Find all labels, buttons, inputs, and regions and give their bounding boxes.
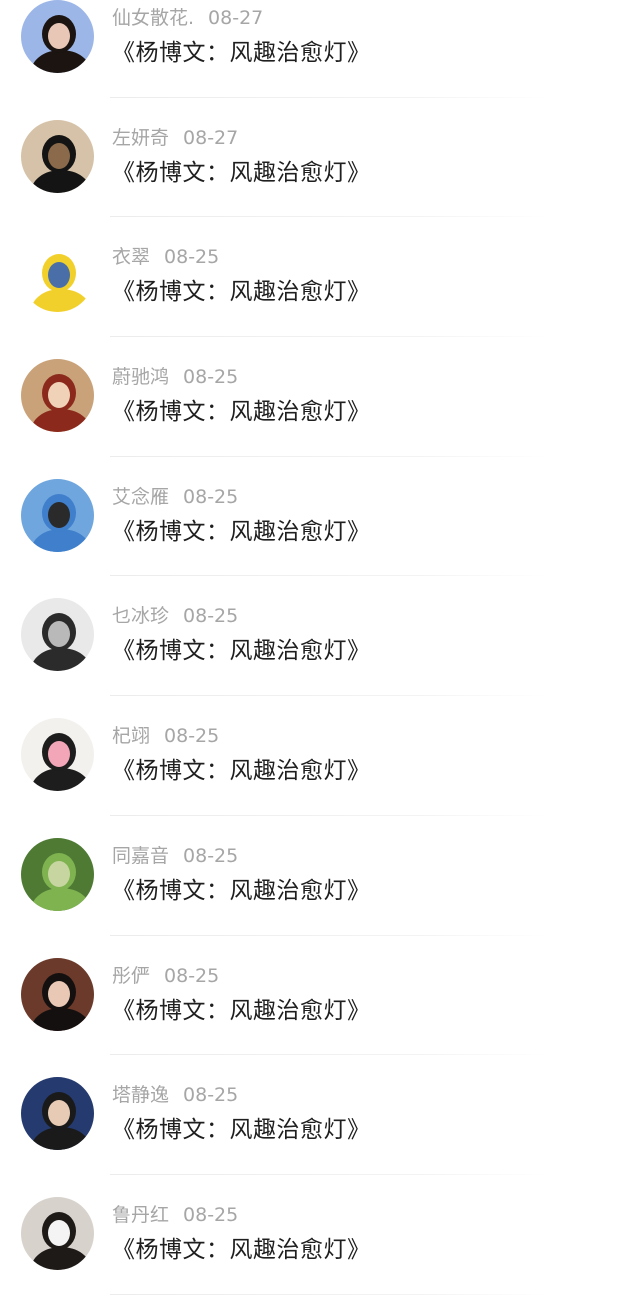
divider — [110, 1293, 550, 1295]
avatar[interactable] — [21, 598, 94, 672]
username[interactable]: 艾念雁 — [112, 486, 169, 508]
comment-item[interactable]: 彤俨 08-25 《杨博文：风趣治愈灯》 — [0, 936, 640, 1056]
avatar[interactable] — [21, 837, 94, 911]
avatar[interactable] — [21, 1077, 94, 1151]
comment-item[interactable]: 左妍奇 08-27 《杨博文：风趣治愈灯》 — [0, 98, 640, 218]
comment-item[interactable]: 杞翊 08-25 《杨博文：风趣治愈灯》 — [0, 696, 640, 816]
comment-meta: 同嘉音 08-25 — [112, 844, 238, 868]
comment-item[interactable]: 仙女散花. 08-27 《杨博文：风趣治愈灯》 — [0, 0, 640, 98]
comment-date: 08-25 — [183, 485, 239, 508]
username[interactable]: 彤俨 — [112, 965, 150, 987]
comment-date: 08-27 — [208, 7, 264, 29]
comment-item[interactable]: 蔚驰鸿 08-25 《杨博文：风趣治愈灯》 — [0, 337, 640, 457]
avatar[interactable] — [21, 478, 94, 552]
comment-item[interactable]: 乜冰珍 08-25 《杨博文：风趣治愈灯》 — [0, 576, 640, 697]
comment-text: 《杨博文：风趣治愈灯》 — [112, 518, 371, 545]
comment-text: 《杨博文：风趣治愈灯》 — [112, 1236, 371, 1263]
comment-meta: 乜冰珍 08-25 — [112, 604, 238, 628]
comment-item[interactable]: 塔静逸 08-25 《杨博文：风趣治愈灯》 — [0, 1055, 640, 1175]
comment-date: 08-25 — [164, 725, 220, 748]
comment-item[interactable]: 艾念雁 08-25 《杨博文：风趣治愈灯》 — [0, 457, 640, 577]
comment-text: 《杨博文：风趣治愈灯》 — [112, 279, 371, 306]
username[interactable]: 左妍奇 — [112, 127, 169, 149]
comment-date: 08-25 — [164, 964, 220, 987]
comment-date: 08-25 — [183, 366, 239, 389]
comment-text: 《杨博文：风趣治愈灯》 — [112, 40, 371, 66]
comment-date: 08-27 — [183, 126, 239, 149]
comment-meta: 彤俨 08-25 — [112, 964, 219, 988]
avatar[interactable] — [21, 239, 94, 313]
avatar[interactable] — [21, 957, 94, 1031]
avatar-image — [21, 598, 94, 672]
comment-text: 《杨博文：风趣治愈灯》 — [112, 159, 371, 186]
comment-date: 08-25 — [183, 1084, 239, 1107]
avatar-image — [21, 0, 94, 73]
avatar[interactable] — [21, 119, 94, 193]
avatar-image — [21, 718, 94, 792]
avatar-image — [21, 478, 94, 552]
comment-text: 《杨博文：风趣治愈灯》 — [112, 877, 371, 904]
comment-meta: 鲁丹红 08-25 — [112, 1203, 238, 1227]
avatar-image — [21, 837, 94, 911]
comment-item[interactable]: 鲁丹红 08-25 《杨博文：风趣治愈灯》 — [0, 1175, 640, 1295]
comment-text: 《杨博文：风趣治愈灯》 — [112, 758, 371, 785]
comment-item[interactable]: 衣翠 08-25 《杨博文：风趣治愈灯》 — [0, 217, 640, 338]
username[interactable]: 鲁丹红 — [112, 1204, 169, 1226]
comment-meta: 艾念雁 08-25 — [112, 485, 238, 509]
comment-text: 《杨博文：风趣治愈灯》 — [112, 1117, 371, 1144]
avatar-image — [21, 359, 94, 433]
comment-date: 08-25 — [183, 844, 239, 867]
comment-meta: 衣翠 08-25 — [112, 245, 219, 269]
avatar-image — [21, 239, 94, 313]
avatar[interactable] — [21, 1196, 94, 1270]
comment-date: 08-25 — [164, 246, 220, 269]
avatar-image — [21, 957, 94, 1031]
comment-meta: 仙女散花. 08-27 — [112, 6, 263, 30]
username[interactable]: 同嘉音 — [112, 845, 169, 867]
avatar-image — [21, 1077, 94, 1151]
comment-date: 08-25 — [183, 1203, 239, 1226]
comment-item[interactable]: 同嘉音 08-25 《杨博文：风趣治愈灯》 — [0, 816, 640, 936]
comment-list: 仙女散花. 08-27 《杨博文：风趣治愈灯》 左妍奇 08-27 《杨博文：风趣治愈灯》… — [0, 0, 640, 1295]
comment-meta: 蔚驰鸿 08-25 — [112, 365, 238, 389]
avatar-image — [21, 119, 94, 193]
username[interactable]: 仙女散花. — [112, 7, 194, 29]
comment-text: 《杨博文：风趣治愈灯》 — [112, 399, 371, 426]
comment-meta: 塔静逸 08-25 — [112, 1083, 238, 1107]
avatar[interactable] — [21, 718, 94, 792]
avatar-image — [21, 1196, 94, 1270]
username[interactable]: 蔚驰鸿 — [112, 366, 169, 388]
avatar[interactable] — [21, 359, 94, 433]
comment-meta: 杞翊 08-25 — [112, 724, 219, 748]
username[interactable]: 杞翊 — [112, 725, 150, 747]
comment-date: 08-25 — [183, 605, 239, 628]
comment-text: 《杨博文：风趣治愈灯》 — [112, 997, 371, 1024]
comment-text: 《杨博文：风趣治愈灯》 — [112, 638, 371, 665]
avatar[interactable] — [21, 0, 94, 73]
username[interactable]: 乜冰珍 — [112, 605, 169, 627]
comment-meta: 左妍奇 08-27 — [112, 126, 238, 150]
username[interactable]: 塔静逸 — [112, 1084, 169, 1106]
username[interactable]: 衣翠 — [112, 246, 150, 268]
